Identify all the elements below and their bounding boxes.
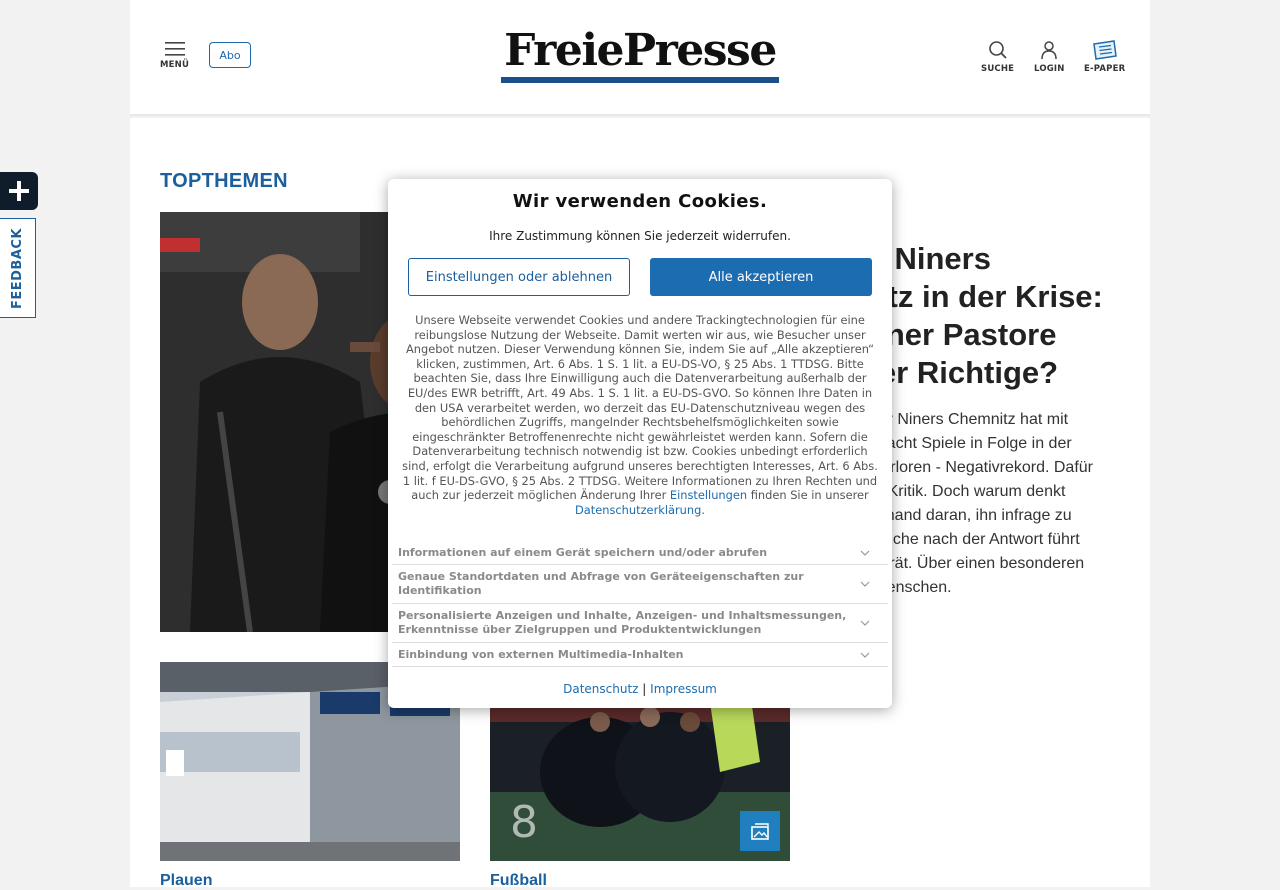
- epaper-button[interactable]: E-PAPER: [1084, 40, 1125, 74]
- search-button[interactable]: SUCHE: [981, 40, 1014, 74]
- epaper-icon: [1092, 40, 1117, 60]
- plus-icon: [9, 181, 29, 201]
- abo-button[interactable]: Abo: [209, 42, 251, 68]
- accordion-label: Genaue Standortdaten und Abfrage von Ger…: [398, 570, 804, 597]
- accordion-item-storage[interactable]: Informationen auf einem Gerät speichern …: [392, 541, 888, 565]
- menu-label: MENÜ: [160, 60, 190, 70]
- accordion-label: Informationen auf einem Gerät speichern …: [398, 545, 768, 559]
- hero-teaser: r der Niners Chemnitz hat mit am acht Sp…: [860, 411, 1093, 596]
- hero-headline[interactable]: ie Niners nitz in der Krise: ainer Pasto…: [860, 240, 1140, 392]
- logo-bar: [501, 77, 779, 83]
- footer-imprint-link[interactable]: Impressum: [650, 682, 717, 696]
- accordion-label: Einbindung von externen Multimedia-Inhal…: [398, 647, 684, 661]
- body-privacy-link[interactable]: Datenschutzerklärung: [575, 503, 701, 517]
- accordion-item-personalised-ads[interactable]: Personalisierte Anzeigen und Inhalte, An…: [392, 604, 888, 643]
- feedback-label: FEEDBACK: [10, 227, 25, 309]
- svg-text:8: 8: [510, 797, 538, 848]
- feedback-tab[interactable]: FEEDBACK: [0, 218, 36, 318]
- settings-or-reject-button[interactable]: Einstellungen oder ablehnen: [408, 258, 630, 296]
- gallery-icon[interactable]: [740, 811, 780, 851]
- user-icon: [1041, 41, 1058, 60]
- site-logo[interactable]: FreiePresse: [500, 25, 780, 87]
- cookie-dialog-footer: Datenschutz | Impressum: [388, 682, 892, 696]
- card-category-fussball[interactable]: Fußball: [490, 872, 547, 890]
- accordion-item-multimedia[interactable]: Einbindung von externen Multimedia-Inhal…: [392, 643, 888, 667]
- chevron-down-icon: [860, 652, 870, 658]
- cookie-dialog-body: Unsere Webseite verwendet Cookies und an…: [400, 313, 880, 517]
- accept-all-button[interactable]: Alle akzeptieren: [650, 258, 872, 296]
- cookie-dialog-title: Wir verwenden Cookies.: [512, 191, 768, 212]
- cookie-body-text-end: .: [701, 502, 705, 517]
- chevron-down-icon: [860, 581, 870, 587]
- menu-button[interactable]: MENÜ: [160, 42, 189, 70]
- login-label: LOGIN: [1034, 64, 1065, 74]
- epaper-label: E-PAPER: [1084, 64, 1126, 74]
- search-icon: [988, 41, 1007, 59]
- cookie-dialog-subtitle: Ihre Zustimmung können Sie jederzeit wid…: [489, 229, 791, 243]
- menu-icon: [164, 42, 185, 56]
- login-button[interactable]: LOGIN: [1034, 40, 1065, 74]
- footer-privacy-link[interactable]: Datenschutz: [563, 682, 638, 696]
- cookie-dialog: Wir verwenden Cookies. Ihre Zustimmung k…: [388, 179, 892, 708]
- section-title: TOPTHEMEN: [160, 170, 288, 192]
- chevron-down-icon: [860, 620, 870, 626]
- search-label: SUCHE: [981, 64, 1015, 74]
- accordion-label: Personalisierte Anzeigen und Inhalte, An…: [398, 609, 847, 636]
- chevron-down-icon: [860, 550, 870, 556]
- accordion-item-location[interactable]: Genaue Standortdaten und Abfrage von Ger…: [392, 565, 888, 604]
- cookie-body-text-mid: finden Sie in unserer: [750, 488, 869, 503]
- footer-separator: |: [642, 682, 647, 696]
- card-category-plauen[interactable]: Plauen: [160, 872, 212, 890]
- body-settings-link[interactable]: Einstellungen: [670, 488, 747, 502]
- plus-widget-button[interactable]: [0, 172, 38, 210]
- cookie-body-text: Unsere Webseite verwendet Cookies und an…: [402, 313, 878, 503]
- logo-text: FreiePresse: [504, 25, 777, 76]
- site-header: MENÜ Abo FreiePresse SUCHE LOGIN E-PAPER: [130, 0, 1150, 116]
